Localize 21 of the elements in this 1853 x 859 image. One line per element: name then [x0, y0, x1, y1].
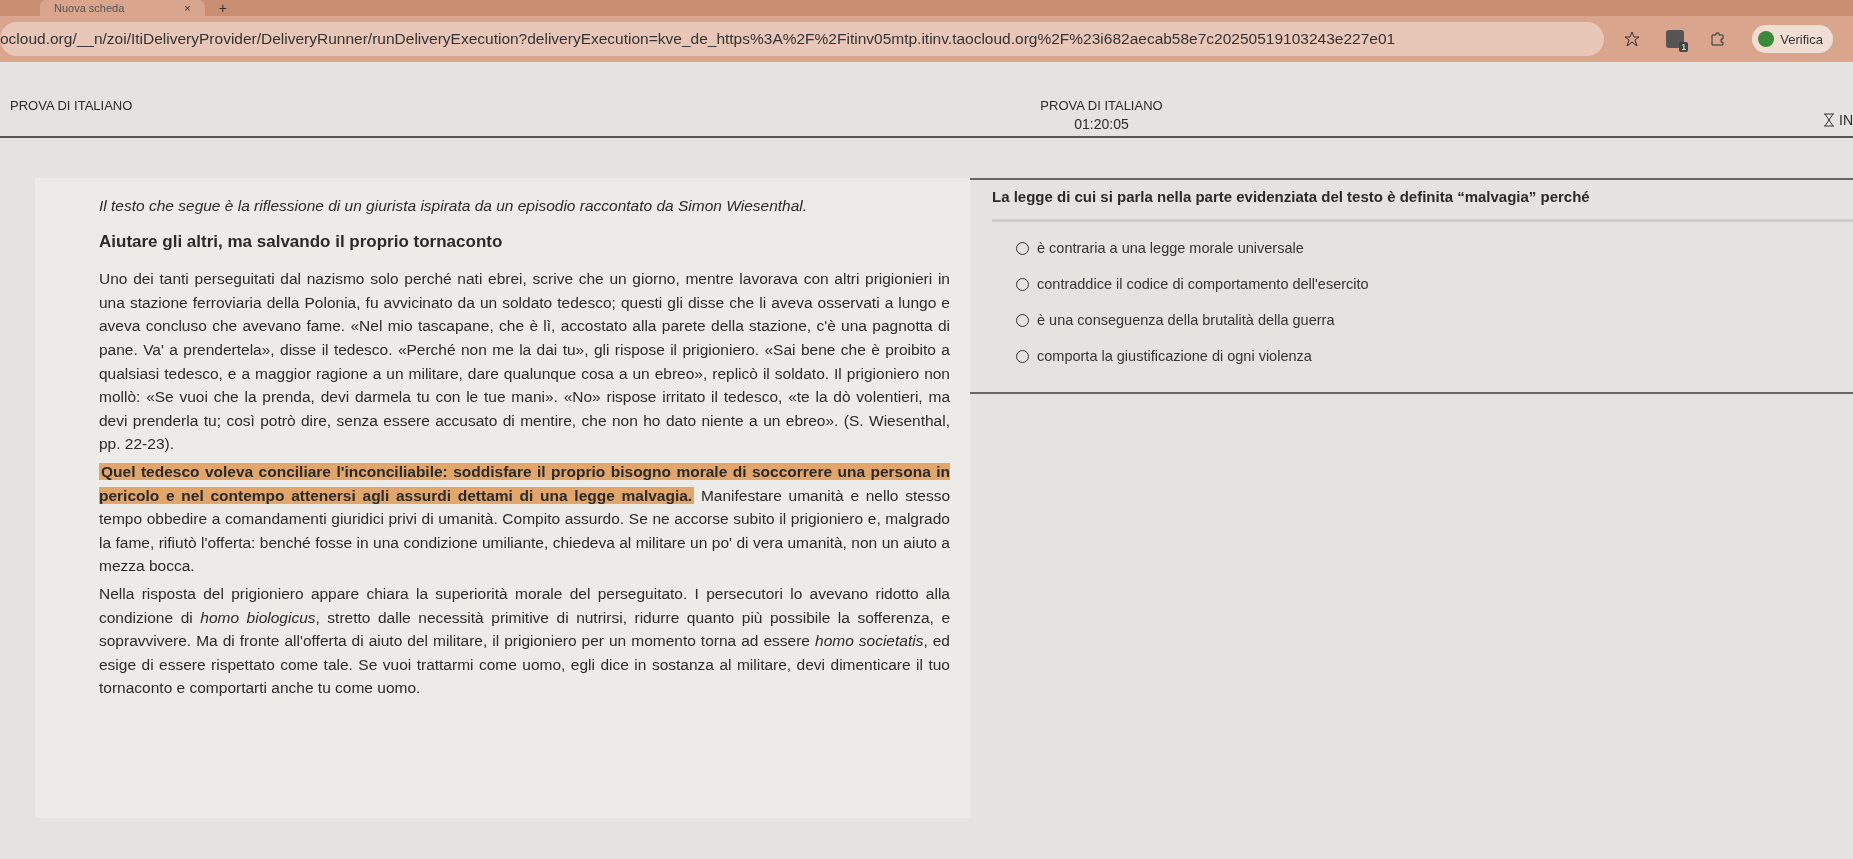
answer-option[interactable]: comporta la giustificazione di ogni violenza: [992, 338, 1312, 374]
passage-paragraph: Uno dei tanti perseguitati dal nazismo solo perché nati ebrei, scrive che un giorno, mentre lavorava con altri prigionieri in una stazione ferroviaria della Polonia, fu avvicinato da un soldato tedesco; questi gli disse che li aveva osservati a lungo e aveva concluso che avevano fame. «Nel mio tascapane, che è lì, accostato alla parete della stazione, c'è una pagnotta di pane. Va' a prendertela», disse il tedesco. «Perché non me la dai tu», gli rispose il prigioniero. «Sai bene che è proibito a qualsiasi tedesco, e a maggior ragione a un militare, dare qualunque cosa a un ebreo», replicò il soldato. Il prigioniero non mollò: «Se vuoi che la prenda, devi darmela tu con le tue mani». «No» rispose irritato il tedesco, «te la dò volentieri, ma devi prenderla tu; così potrò dire, senza essere accusato di mentire, che non ho dato niente a un ebreo». (S. Wiesenthal, pp. 22-23).: [99, 269, 950, 455]
answer-option[interactable]: è contraria a una legge morale universale: [992, 230, 1304, 266]
new-tab-button[interactable]: +: [218, 0, 227, 16]
timer: 01:20:05: [1074, 116, 1129, 132]
test-name: PROVA DI ITALIANO: [1040, 98, 1163, 113]
verify-button[interactable]: Verifica: [1752, 25, 1833, 53]
question-prompt: La legge di cui si parla nella parte evidenziata del testo è definita “malvagia” perché: [992, 188, 1591, 205]
user-label: IN: [1839, 112, 1853, 128]
intro-text: Il testo che segue è la riflessione di un giurista ispirata da un episodio raccontato da Simon Wiesenthal.: [99, 196, 809, 216]
passage-paragraph: Nella risposta del prigioniero appare chiara la superiorità morale del perseguitato. I persecutori lo avevano ridotto alla condizione di homo biologicus, stretto dalle necessità primitive di nutrirsi, ridurre quanto più possibile la sofferenza, e sopravvivere. Ma di fronte all'offerta di aiuto del militare, il prigioniero per un momento torna ad essere homo societatis, ed esige di essere rispettato come tale. Se vuoi trattarmi come uomo, egli dice in sostanza al militare, devi dimenticare il tuo tornaconto e comportarti anche tu come uomo.: [99, 583, 950, 699]
star-icon[interactable]: [1624, 31, 1641, 47]
browser-tab[interactable]: Nuova scheda ×: [40, 0, 205, 16]
page-title: PROVA DI ITALIANO: [10, 98, 134, 113]
answer-option[interactable]: è una conseguenza della brutalità della guerra: [992, 302, 1335, 338]
passage-paragraph: Quel tedesco voleva conciliare l'inconciliabile: soddisfare il proprio bisogno morale di soccorrere una persona in pericolo e nel contempo attenersi agli assurdi dettami di una legge malvagia. Manifestare umanità e nello stesso tempo obbedire a comandamenti giuridici privi di umanità. Compito assurdo. Se ne accorse subito il prigioniero e, malgrado la fame, rifiutò l'offerta: benché fosse in una condizione umiliante, chiedeva al militare un po' di vera umanità, non un aiuto a mezza bocca.: [99, 461, 950, 577]
passage-heading: Aiutare gli altri, ma salvando il proprio tornaconto: [99, 230, 504, 253]
answer-option[interactable]: contraddice il codice di comportamento dell'esercito: [992, 266, 1369, 302]
hourglass-icon: [1823, 113, 1835, 127]
address-bar[interactable]: ocloud.org/__n/zoi/ItiDeliveryProvider/DeliveryRunner/runDeliveryExecution?deliveryExecution=kve_de_https%3A%2F%2Fitinv05mtp.itinv.taocloud.org%2F%23i682aecab58e7c20250519103243e227e01: [0, 22, 1605, 56]
puzzle-icon[interactable]: [1710, 31, 1727, 47]
